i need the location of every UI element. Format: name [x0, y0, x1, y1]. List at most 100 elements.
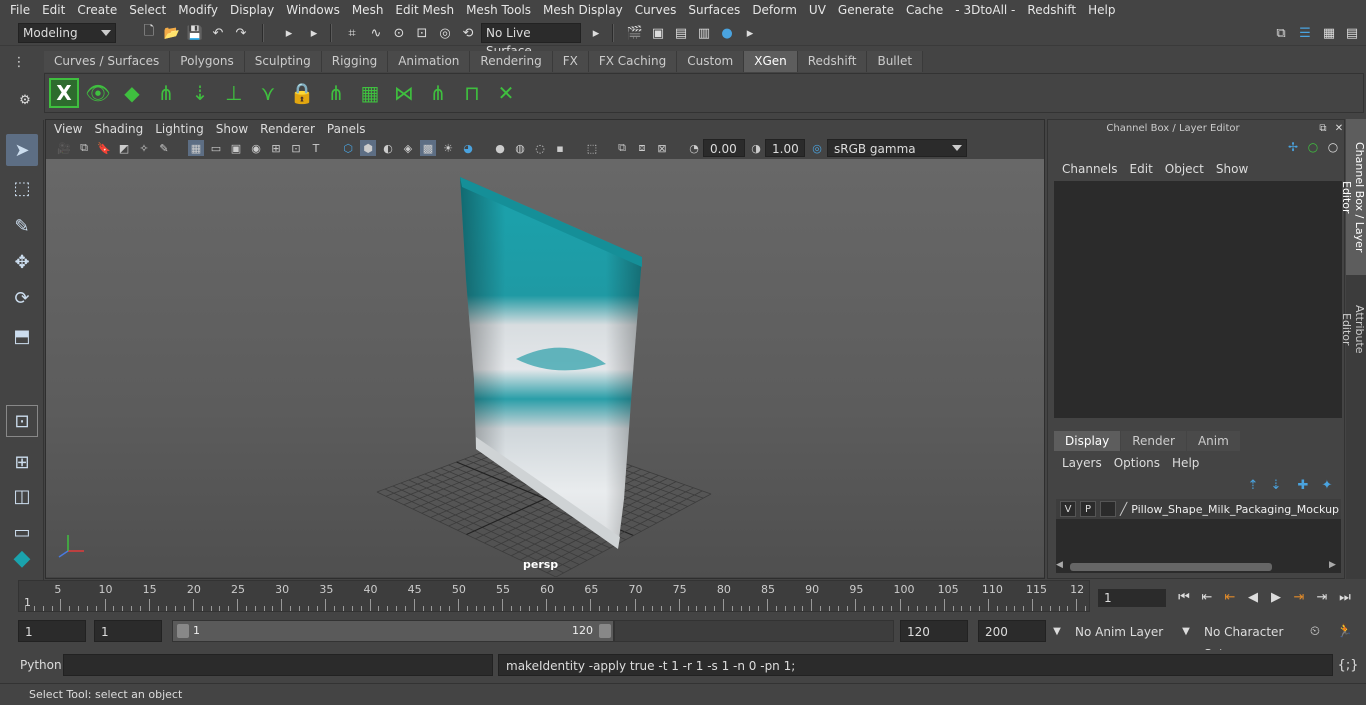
status-dot-icon[interactable]: ○ — [1324, 138, 1342, 156]
panel-menu-view[interactable]: View — [48, 120, 88, 138]
move-guides-icon[interactable]: ⇣ — [185, 78, 215, 108]
menu-mesh-tools[interactable]: Mesh Tools — [460, 0, 537, 21]
layer-row[interactable]: V P ╱ Pillow_Shape_Milk_Packaging_Mockup — [1056, 499, 1341, 519]
shelf-tab-curves-surfaces[interactable]: Curves / Surfaces — [44, 51, 171, 72]
scale-tool-icon[interactable]: ⬒ — [6, 320, 38, 352]
menu-edit-mesh[interactable]: Edit Mesh — [389, 0, 460, 21]
ipr-render-icon[interactable]: ▤ — [672, 24, 690, 42]
command-input[interactable] — [63, 654, 493, 676]
start-time-field[interactable]: 1 — [18, 620, 86, 642]
shelf-tab-bullet[interactable]: Bullet — [867, 51, 924, 72]
workspace-icon[interactable]: ⧉ — [1272, 24, 1290, 42]
toggle-attribute-editor-icon[interactable]: ☰ — [1296, 24, 1314, 42]
sculpt-guide-icon[interactable]: ⋎ — [253, 78, 283, 108]
menu-create[interactable]: Create — [71, 0, 123, 21]
bend-guides-icon[interactable]: ⋈ — [389, 78, 419, 108]
new-layer-icon[interactable]: ✚ — [1294, 476, 1312, 494]
menu-select[interactable]: Select — [123, 0, 172, 21]
menu-uv[interactable]: UV — [803, 0, 832, 21]
character-set-dropdown[interactable]: No Character Set — [1197, 620, 1297, 661]
chevron-down-icon[interactable]: ▼ — [1177, 622, 1195, 640]
depth-of-field-icon[interactable]: ◌ — [532, 140, 548, 156]
hypershade-icon[interactable]: ● — [718, 24, 736, 42]
delete-guides-icon[interactable]: ✕ — [491, 78, 521, 108]
menu-edit[interactable]: Edit — [36, 0, 71, 21]
3d-viewport[interactable]: persp — [46, 159, 1044, 577]
four-view-layout-icon[interactable]: ⊞ — [6, 446, 38, 478]
menu-file[interactable]: File — [4, 0, 36, 21]
move-layer-down-icon[interactable]: ⇣ — [1267, 476, 1285, 494]
cut-guides-icon[interactable]: ⋔ — [423, 78, 453, 108]
panel-menu-lighting[interactable]: Lighting — [149, 120, 210, 138]
screen-space-ao-icon[interactable]: ◕ — [460, 140, 476, 156]
range-handle-start[interactable] — [177, 624, 189, 638]
safe-title-icon[interactable]: T — [308, 140, 324, 156]
xray-icon[interactable]: ▪ — [552, 140, 568, 156]
isolate-select-icon[interactable]: ⬚ — [584, 140, 600, 156]
single-perspective-layout-icon[interactable]: ⊡ — [6, 405, 38, 437]
motion-blur-icon[interactable]: ● — [492, 140, 508, 156]
layer-menu-help[interactable]: Help — [1166, 454, 1205, 472]
image-plane-icon[interactable]: ◩ — [116, 140, 132, 156]
bookmark-icon[interactable]: 🔖 — [96, 140, 112, 156]
layer-horizontal-scrollbar[interactable] — [1070, 563, 1272, 571]
new-layer-selected-icon[interactable]: ✦ — [1318, 476, 1336, 494]
textured-icon[interactable]: ◈ — [400, 140, 416, 156]
render-settings-icon[interactable]: ▥ — [695, 24, 713, 42]
end-time-field[interactable]: 200 — [978, 620, 1046, 642]
scroll-left-icon[interactable]: ◀ — [1056, 560, 1066, 572]
xgen-editor-icon[interactable]: X — [49, 78, 79, 108]
current-frame-field[interactable]: 1 — [1098, 589, 1166, 607]
shelf-settings-icon[interactable]: ⚙ — [16, 91, 34, 109]
render-frame-icon[interactable]: 🎬 — [626, 24, 644, 42]
menu-surfaces[interactable]: Surfaces — [682, 0, 746, 21]
menu-generate[interactable]: Generate — [832, 0, 900, 21]
range-handle-end[interactable] — [599, 624, 611, 638]
expand-arrow-icon[interactable]: ▸ — [587, 24, 605, 42]
shelf-tab-animation[interactable]: Animation — [388, 51, 471, 72]
shelf-tab-rigging[interactable]: Rigging — [321, 51, 389, 72]
resolution-gate-icon[interactable]: ▣ — [228, 140, 244, 156]
camera-attributes-icon[interactable]: ⧉ — [76, 140, 92, 156]
xgen-preview-icon[interactable]: 👁 — [83, 78, 113, 108]
panel-menu-panels[interactable]: Panels — [321, 120, 372, 138]
xray-active-icon[interactable]: ⧈ — [634, 140, 650, 156]
menu-mesh[interactable]: Mesh — [346, 0, 390, 21]
menu-mesh-display[interactable]: Mesh Display — [537, 0, 629, 21]
auto-key-icon[interactable]: ⏲ — [1306, 622, 1324, 640]
comb-guides-icon[interactable]: ⋔ — [321, 78, 351, 108]
expand-arrow-icon[interactable]: ▸ — [741, 24, 759, 42]
view-transform-dropdown[interactable]: sRGB gamma — [827, 139, 967, 157]
go-to-end-icon[interactable]: ⏭ — [1336, 588, 1354, 606]
scale-guides-icon[interactable]: ⊓ — [457, 78, 487, 108]
safe-action-icon[interactable]: ⊡ — [288, 140, 304, 156]
go-to-start-icon[interactable]: ⏮ — [1175, 588, 1193, 606]
layer-playback-toggle[interactable]: P — [1080, 501, 1096, 517]
time-slider[interactable]: 5 10 15 20 25 30 35 40 45 50 55 60 65 70 75 80 85 90 95 100… — [18, 580, 1090, 612]
menu-set-dropdown[interactable]: Modeling — [18, 23, 116, 43]
gamma-field[interactable]: 1.00 — [765, 139, 805, 157]
panel-menu-shading[interactable]: Shading — [88, 120, 149, 138]
lasso-tool-icon[interactable]: ⬚ — [6, 172, 38, 204]
layer-menu-options[interactable]: Options — [1108, 454, 1166, 472]
step-forward-frame-icon[interactable]: ⇥ — [1313, 588, 1331, 606]
step-forward-key-icon[interactable]: ⇥ — [1290, 588, 1308, 606]
channel-menu-show[interactable]: Show — [1210, 160, 1254, 178]
status-dot-icon[interactable]: ○ — [1304, 138, 1322, 156]
snap-live-icon[interactable]: ⟲ — [459, 24, 477, 42]
shelf-tab-sculpting[interactable]: Sculpting — [244, 51, 322, 72]
grid-guides-icon[interactable]: ▦ — [355, 78, 385, 108]
menu-help[interactable]: Help — [1082, 0, 1121, 21]
select-hierarchy-icon[interactable]: ▸ — [280, 24, 298, 42]
shelf-tab-fx-caching[interactable]: FX Caching — [588, 51, 678, 72]
menu-modify[interactable]: Modify — [172, 0, 224, 21]
range-slider[interactable]: 1 120 — [172, 620, 614, 642]
snap-curve-icon[interactable]: ∿ — [367, 24, 385, 42]
render-view-icon[interactable]: ▣ — [649, 24, 667, 42]
shelf-tab-rendering[interactable]: Rendering — [470, 51, 553, 72]
play-backwards-icon[interactable]: ◀ — [1244, 588, 1262, 606]
color-management-icon[interactable]: ◎ — [809, 140, 825, 156]
channel-box-area[interactable] — [1054, 181, 1342, 418]
channel-menu-object[interactable]: Object — [1159, 160, 1210, 178]
channel-menu-channels[interactable]: Channels — [1056, 160, 1124, 178]
